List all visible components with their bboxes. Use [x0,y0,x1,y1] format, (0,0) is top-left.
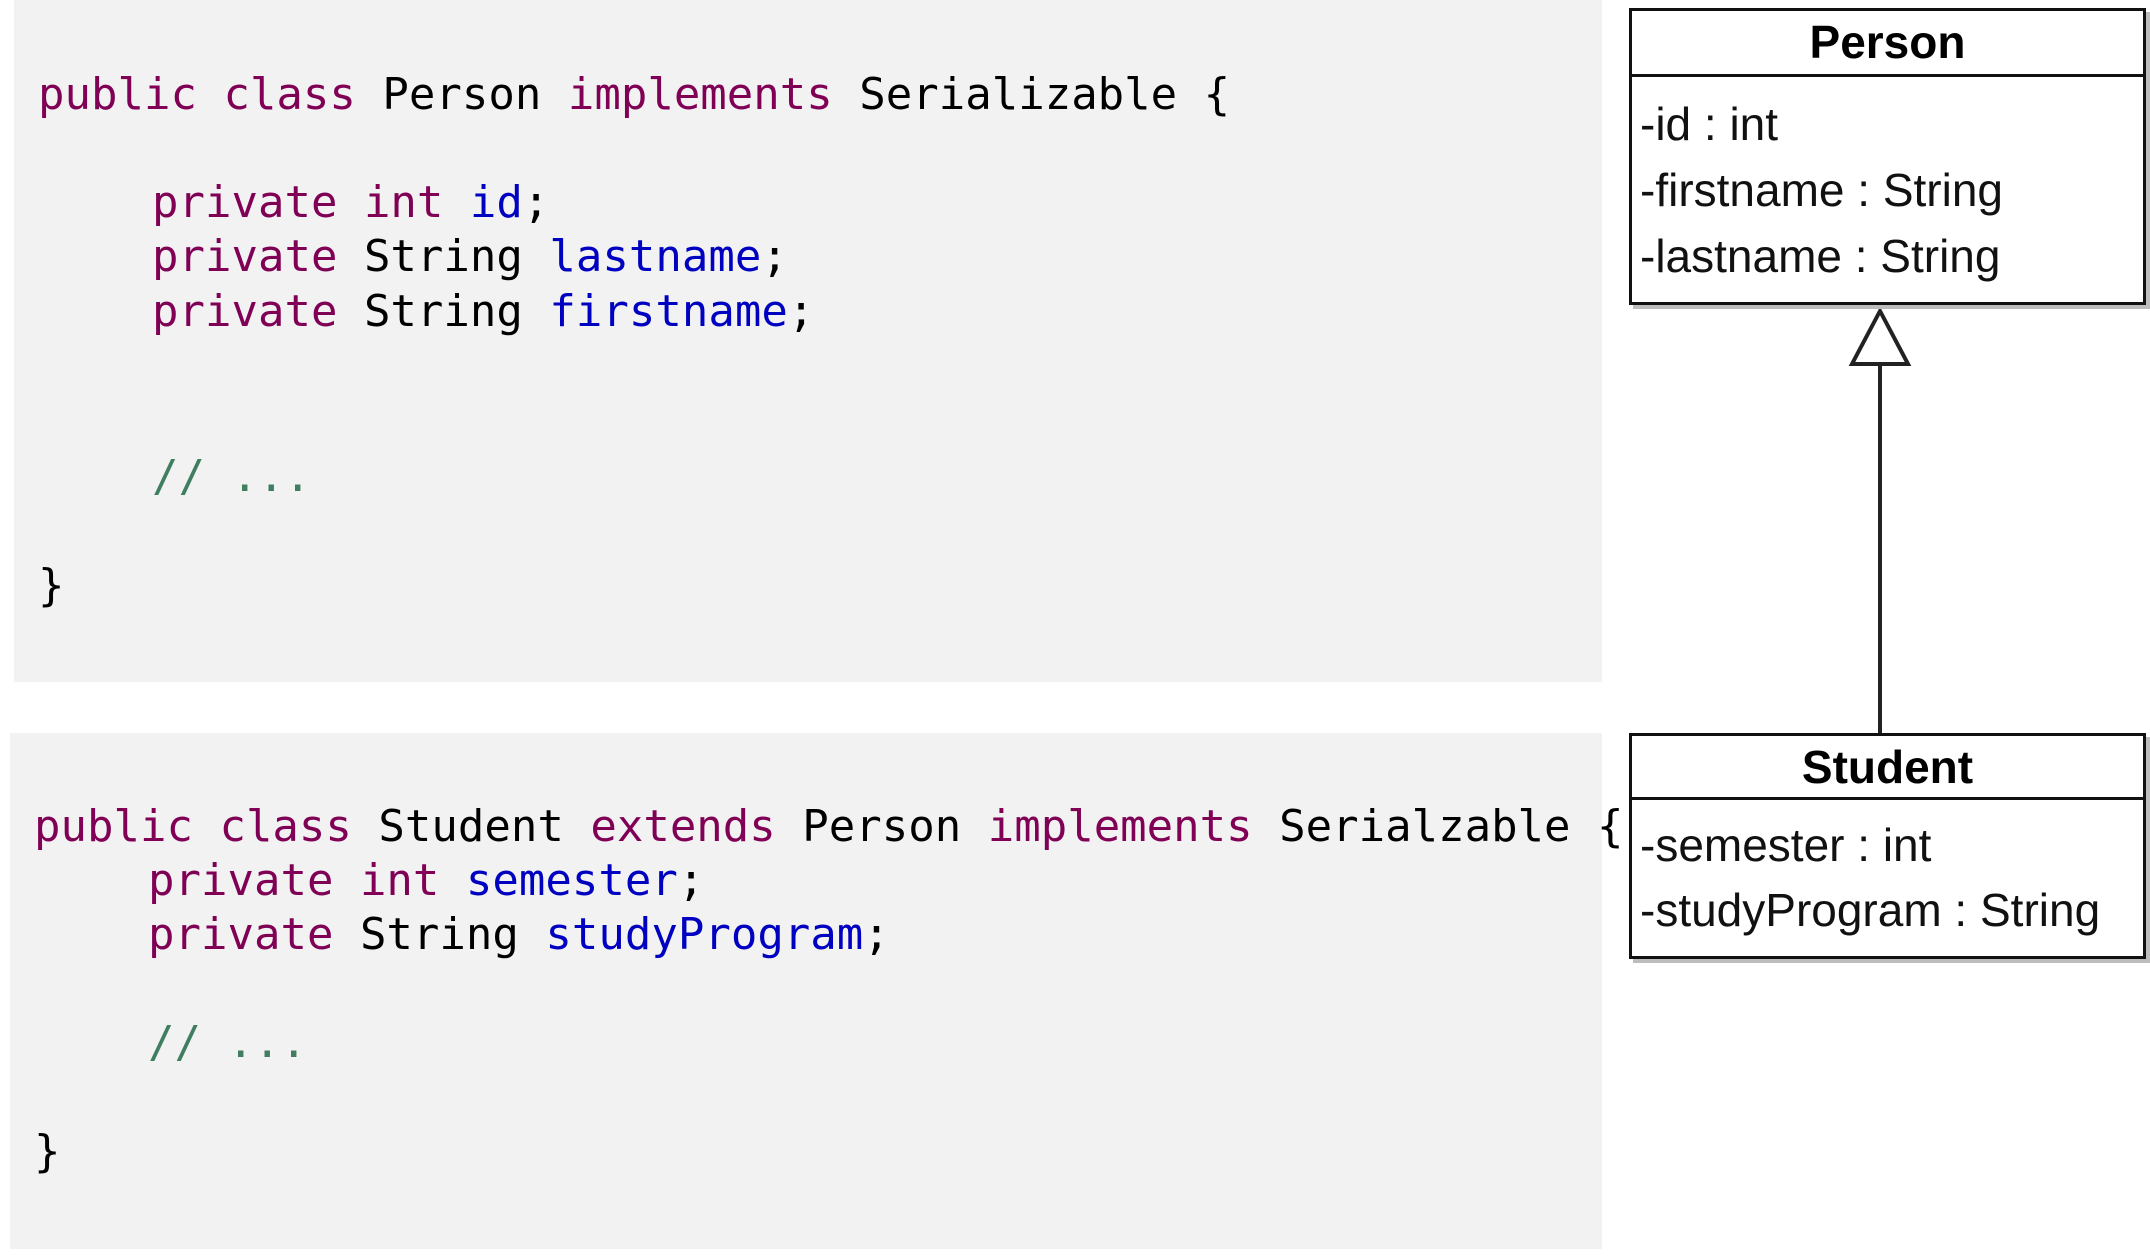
uml-class-student: Student -semester : int -studyProgram : … [1629,733,2146,959]
uml-attribute: -firstname : String [1640,164,2003,216]
uml-attribute: -lastname : String [1640,230,2001,282]
generalization-triangle-icon [1848,306,1912,366]
uml-class-person: Person -id : int -firstname : String -la… [1629,8,2146,305]
uml-attribute: -id : int [1640,98,1779,150]
uml-class-title: Person [1632,11,2143,77]
uml-class-title: Student [1632,736,2143,800]
uml-attribute: -semester : int [1640,819,1932,871]
uml-attribute: -studyProgram : String [1640,884,2101,936]
